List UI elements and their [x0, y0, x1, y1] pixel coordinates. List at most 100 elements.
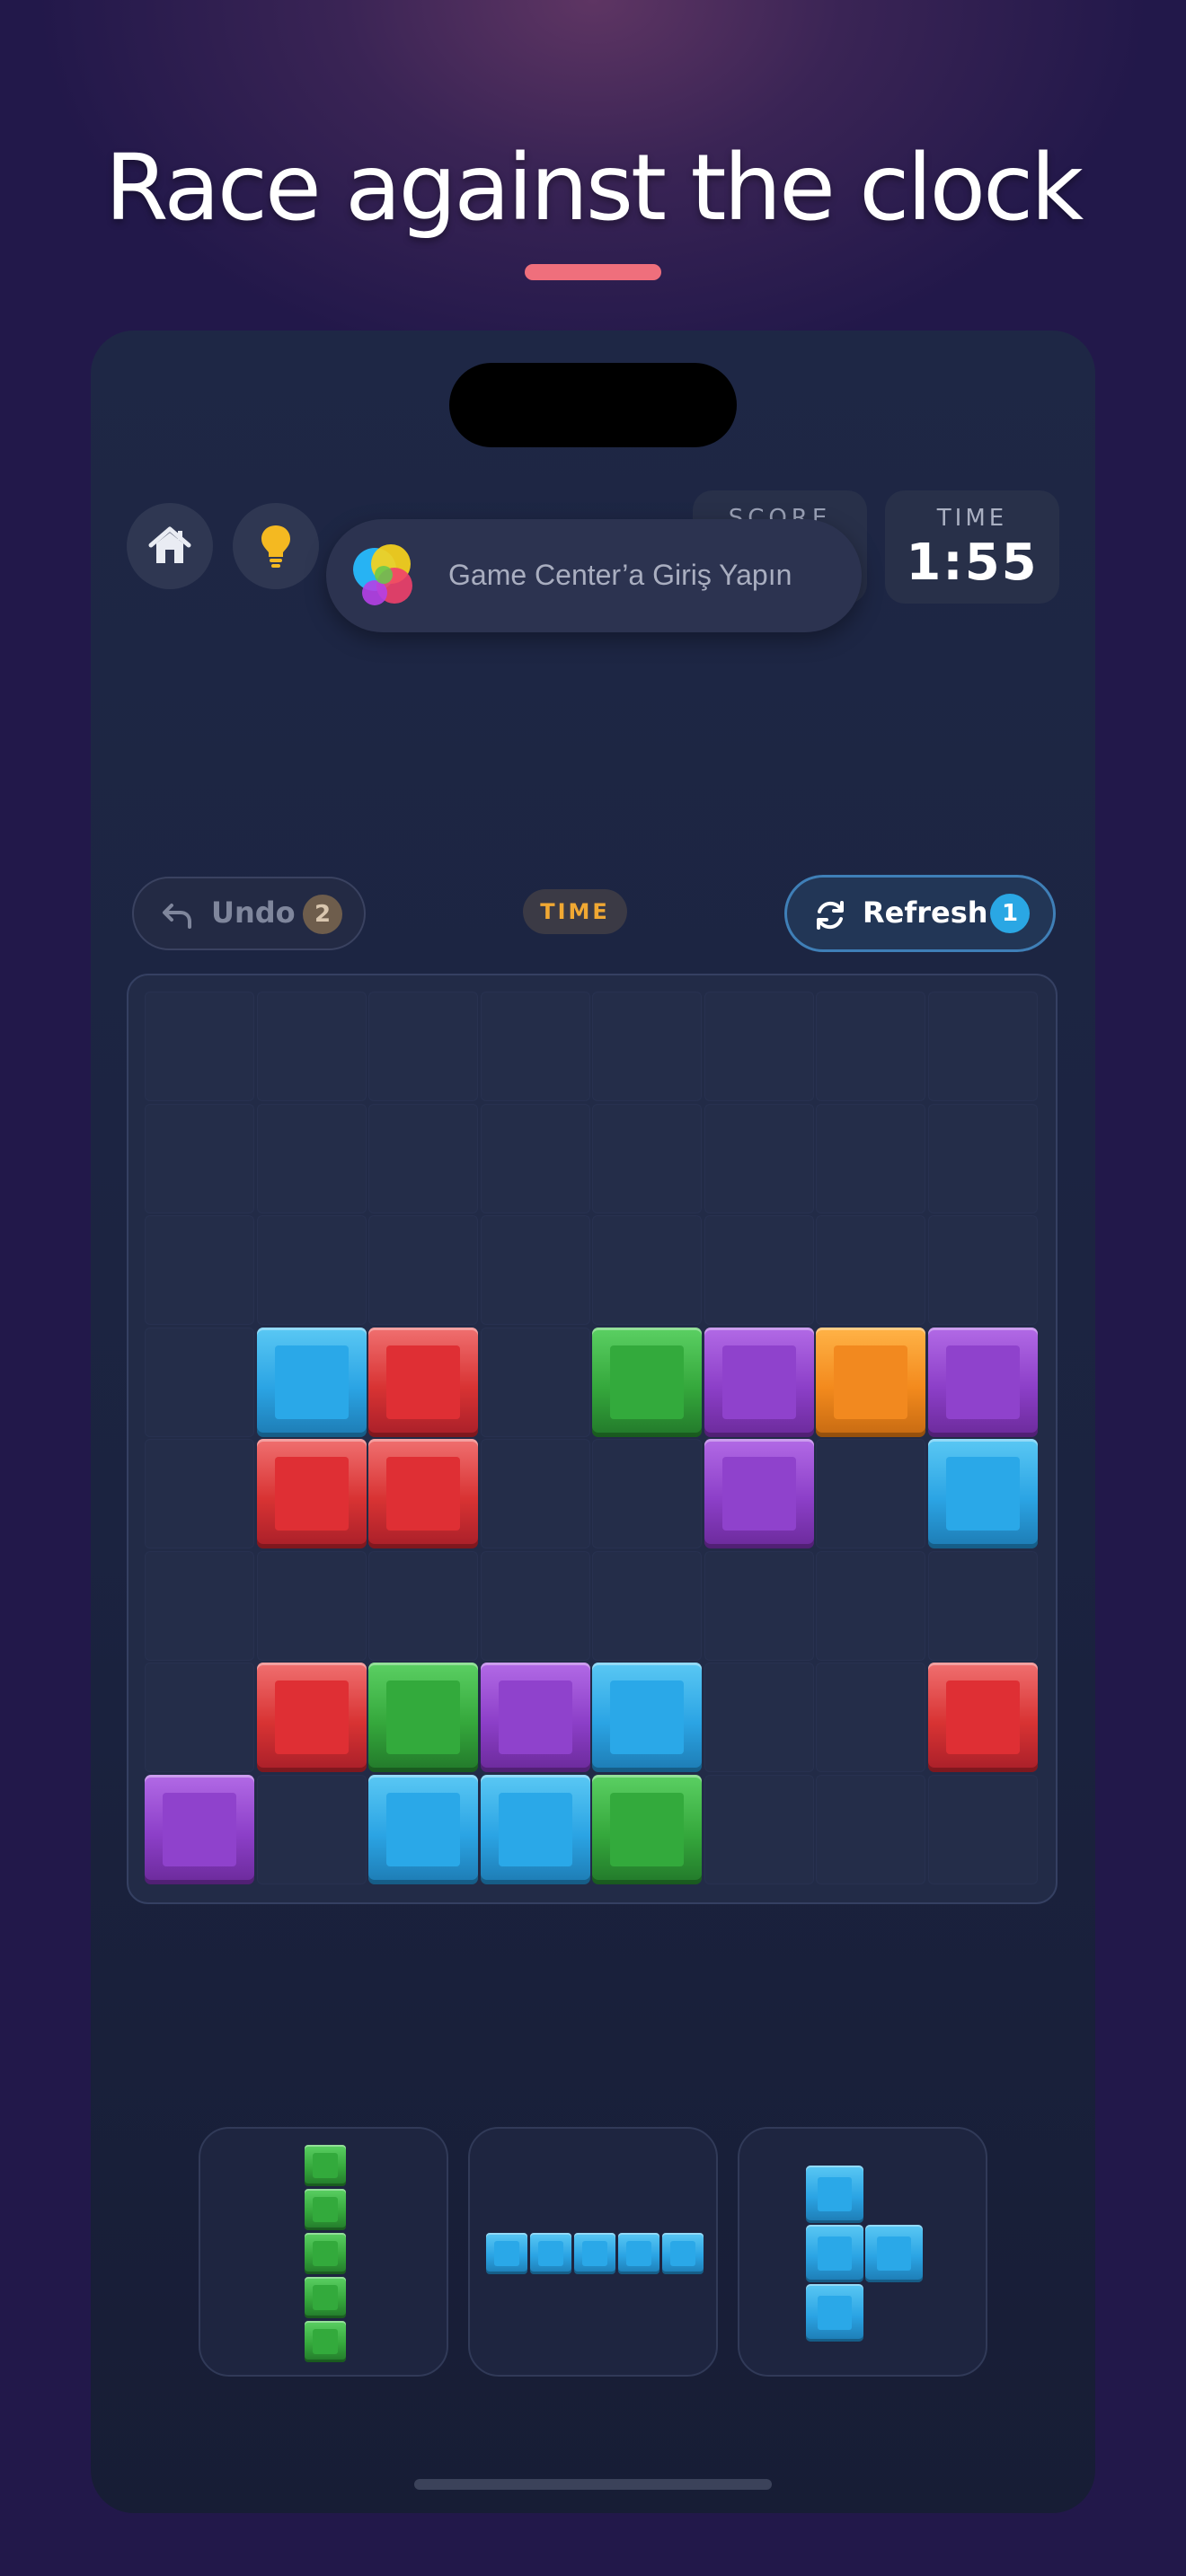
- board-cell-empty[interactable]: [256, 1550, 367, 1661]
- piece-block-green: [305, 2277, 346, 2318]
- board-cell-empty[interactable]: [592, 992, 702, 1101]
- block-purple[interactable]: [927, 1327, 1038, 1437]
- block-purple[interactable]: [145, 1774, 254, 1884]
- block-green[interactable]: [592, 1327, 702, 1437]
- piece-block-blue: [806, 2166, 863, 2223]
- board-cell-empty[interactable]: [816, 1550, 925, 1661]
- board-cell-empty[interactable]: [927, 1103, 1038, 1213]
- block-red[interactable]: [256, 1663, 367, 1772]
- piece-block-green: [305, 2145, 346, 2186]
- board-cell-empty[interactable]: [704, 1215, 814, 1325]
- undo-button[interactable]: Undo 2: [132, 877, 366, 950]
- board-cell-empty[interactable]: [816, 992, 925, 1101]
- board-cell-empty[interactable]: [480, 1439, 590, 1548]
- piece-block-blue: [865, 2225, 923, 2282]
- block-face: [498, 1681, 572, 1754]
- board-cell-empty[interactable]: [816, 1439, 925, 1548]
- board-cell-empty[interactable]: [927, 1215, 1038, 1325]
- board-cell-empty[interactable]: [145, 1663, 254, 1772]
- board-cell-empty[interactable]: [480, 1550, 590, 1661]
- block-orange[interactable]: [816, 1327, 925, 1437]
- piece-slot-1[interactable]: [199, 2127, 448, 2377]
- game-board[interactable]: [127, 974, 1058, 1904]
- board-cell-empty[interactable]: [145, 1550, 254, 1661]
- board-cell-empty[interactable]: [256, 1774, 367, 1884]
- piece-block-blue: [530, 2233, 571, 2274]
- block-purple[interactable]: [480, 1663, 590, 1772]
- block-blue[interactable]: [592, 1663, 702, 1772]
- board-cell-empty[interactable]: [927, 1774, 1038, 1884]
- board-cell-empty[interactable]: [368, 1215, 478, 1325]
- piece-block-blue: [806, 2225, 863, 2282]
- piece-block-face: [313, 2197, 338, 2222]
- piece-block-green: [305, 2189, 346, 2230]
- board-cell-empty[interactable]: [256, 992, 367, 1101]
- block-red[interactable]: [368, 1327, 478, 1437]
- board-cell-empty[interactable]: [480, 1103, 590, 1213]
- board-cell-empty[interactable]: [256, 1215, 367, 1325]
- block-face: [274, 1345, 349, 1419]
- block-blue[interactable]: [368, 1774, 478, 1884]
- board-cell-empty[interactable]: [145, 1215, 254, 1325]
- board-cell-empty[interactable]: [816, 1774, 925, 1884]
- hint-button[interactable]: [233, 503, 319, 589]
- block-green[interactable]: [592, 1774, 702, 1884]
- board-cell-empty[interactable]: [145, 1439, 254, 1548]
- undo-arrow-icon: [163, 904, 191, 929]
- refresh-button[interactable]: Refresh 1: [784, 875, 1056, 952]
- board-cell-empty[interactable]: [145, 1327, 254, 1437]
- board-cell-empty[interactable]: [704, 1663, 814, 1772]
- mode-pill: TIME: [523, 889, 627, 934]
- time-value: 1:55: [906, 534, 1039, 592]
- board-cell-empty[interactable]: [368, 992, 478, 1101]
- board-cell-empty[interactable]: [592, 1103, 702, 1213]
- block-blue[interactable]: [927, 1439, 1038, 1548]
- block-blue[interactable]: [480, 1774, 590, 1884]
- block-blue[interactable]: [256, 1327, 367, 1437]
- board-cell-empty[interactable]: [368, 1550, 478, 1661]
- board-cell-empty[interactable]: [704, 1774, 814, 1884]
- board-cell-empty[interactable]: [592, 1439, 702, 1548]
- home-button[interactable]: [127, 503, 213, 589]
- piece-block-face: [670, 2241, 695, 2266]
- board-cell-empty[interactable]: [816, 1663, 925, 1772]
- piece-block-face: [313, 2329, 338, 2354]
- board-cell-empty[interactable]: [816, 1215, 925, 1325]
- piece-slot-2[interactable]: [468, 2127, 718, 2377]
- block-purple[interactable]: [704, 1439, 814, 1548]
- block-purple[interactable]: [704, 1327, 814, 1437]
- board-cell-empty[interactable]: [704, 1550, 814, 1661]
- block-face: [386, 1792, 460, 1866]
- piece-block-face: [818, 2236, 852, 2271]
- piece-slot-3[interactable]: [738, 2127, 987, 2377]
- piece-block-face: [818, 2296, 852, 2330]
- board-cell-empty[interactable]: [704, 1103, 814, 1213]
- board-cell-empty[interactable]: [145, 992, 254, 1101]
- piece-block-face: [538, 2241, 563, 2266]
- board-cell-empty[interactable]: [368, 1103, 478, 1213]
- block-red[interactable]: [368, 1439, 478, 1548]
- piece-block-blue: [486, 2233, 527, 2274]
- piece-block-face: [494, 2241, 519, 2266]
- board-cell-empty[interactable]: [480, 1327, 590, 1437]
- board-cell-empty[interactable]: [704, 992, 814, 1101]
- piece-block-blue: [806, 2284, 863, 2342]
- block-red[interactable]: [927, 1663, 1038, 1772]
- piece-block-face: [877, 2236, 911, 2271]
- board-cell-empty[interactable]: [927, 992, 1038, 1101]
- board-cell-empty[interactable]: [480, 992, 590, 1101]
- board-cell-empty[interactable]: [927, 1550, 1038, 1661]
- home-indicator: [414, 2479, 772, 2490]
- board-cell-empty[interactable]: [145, 1103, 254, 1213]
- board-cell-empty[interactable]: [592, 1550, 702, 1661]
- block-face: [945, 1345, 1020, 1419]
- board-cell-empty[interactable]: [480, 1215, 590, 1325]
- block-red[interactable]: [256, 1439, 367, 1548]
- game-center-banner[interactable]: Game Center’a Giriş Yapın: [326, 519, 862, 632]
- block-green[interactable]: [368, 1663, 478, 1772]
- piece-block-green: [305, 2321, 346, 2362]
- board-cell-empty[interactable]: [816, 1103, 925, 1213]
- piece-block-face: [313, 2241, 338, 2266]
- board-cell-empty[interactable]: [592, 1215, 702, 1325]
- board-cell-empty[interactable]: [256, 1103, 367, 1213]
